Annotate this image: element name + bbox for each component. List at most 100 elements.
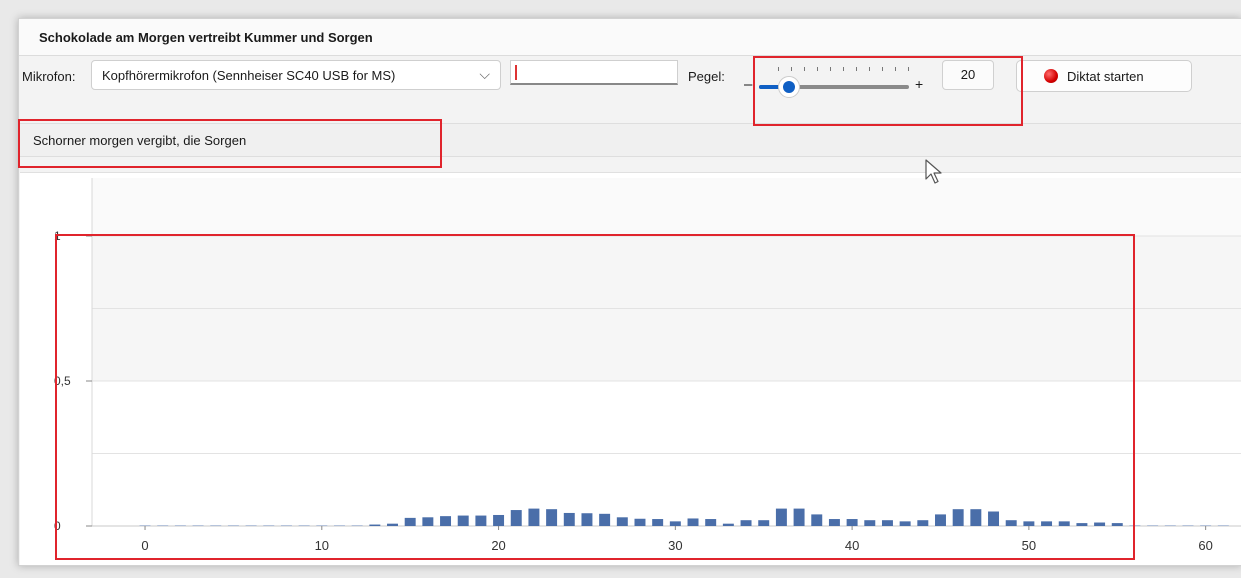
chart-bar	[280, 525, 292, 526]
chart-bar	[828, 519, 840, 526]
minus-icon: –	[744, 76, 753, 93]
chart-bar	[775, 508, 787, 526]
chart-bar	[192, 525, 204, 526]
chart-bar	[510, 510, 522, 526]
chart-bar	[457, 515, 469, 526]
chart-bar	[599, 513, 611, 526]
x-tick-label: 30	[668, 538, 682, 553]
x-tick-label: 20	[491, 538, 505, 553]
chart-bar	[899, 521, 911, 526]
chart-panel: 0 0,5 1 0 10 20 30 40 50 60	[20, 172, 1241, 565]
chart-bar	[1058, 521, 1070, 526]
chart-bar	[581, 513, 593, 526]
slider-thumb-dot	[783, 81, 795, 93]
level-meter-field[interactable]	[510, 60, 678, 85]
chart-bar	[722, 523, 734, 526]
chart-bar	[475, 515, 487, 526]
microphone-label: Mikrofon:	[22, 69, 76, 84]
chart-bar	[139, 525, 151, 526]
x-tick-label: 50	[1022, 538, 1036, 553]
slider-thumb[interactable]	[778, 76, 800, 98]
start-dictation-button[interactable]: Diktat starten	[1016, 60, 1192, 92]
chart-bar	[616, 517, 628, 526]
plot-band	[92, 178, 1241, 236]
level-value-box[interactable]: 20	[942, 60, 994, 90]
slider-tick	[830, 67, 831, 71]
chart-bar	[705, 519, 717, 526]
text-caret	[515, 65, 517, 80]
chart-bar	[652, 519, 664, 526]
x-tick-label: 40	[845, 538, 859, 553]
chart-bar	[1217, 525, 1229, 526]
slider-tick	[908, 67, 909, 71]
chart-bar	[1147, 525, 1159, 526]
audio-level-chart: 00,510 10 20 30 40 50 60	[54, 178, 1241, 553]
window-title: Schokolade am Morgen vertreibt Kummer un…	[39, 30, 373, 45]
chart-bar	[263, 525, 275, 526]
chart-bar	[333, 525, 345, 526]
chart-bar	[245, 525, 257, 526]
chart-bar	[935, 514, 946, 526]
chart-bar	[1094, 522, 1106, 526]
slider-ticks	[778, 67, 918, 73]
chart-bar	[298, 525, 310, 526]
recognized-text: Schorner morgen vergibt, die Sorgen	[33, 133, 247, 148]
chart-bar	[440, 516, 452, 526]
chevron-down-icon: ⌵	[479, 66, 490, 82]
chart-bar	[422, 517, 434, 526]
chart-bar	[1111, 523, 1123, 526]
chart-bar	[493, 514, 505, 526]
x-tick-label: 60	[1198, 538, 1212, 553]
microphone-selected-value: Kopfhörermikrofon (Sennheiser SC40 USB f…	[102, 68, 396, 83]
chart-bar	[970, 509, 982, 526]
level-label: Pegel:	[688, 69, 725, 84]
chart-bar	[316, 525, 328, 526]
chart-bar	[404, 517, 416, 526]
y-tick-label: 0,5	[54, 374, 71, 388]
chart-bar	[669, 521, 681, 526]
chart-bar	[546, 509, 558, 526]
mouse-pointer-icon	[925, 159, 942, 184]
chart-bar	[811, 514, 823, 526]
chart-bar	[687, 518, 699, 526]
slider-tick	[843, 67, 844, 71]
chart-bar	[793, 508, 805, 526]
chart-bar	[528, 508, 540, 526]
plus-icon: +	[915, 76, 924, 92]
chart-bar	[740, 520, 752, 526]
chart-bar	[1200, 525, 1212, 526]
recognition-result-bar: Schorner morgen vergibt, die Sorgen	[19, 123, 1241, 157]
slider-tick	[778, 67, 779, 71]
chart-bar	[351, 525, 363, 526]
chart-bar	[988, 511, 1000, 526]
y-tick-label: 0	[54, 519, 61, 533]
slider-tick	[817, 67, 818, 71]
chart-bar	[846, 519, 858, 526]
slider-tick	[791, 67, 792, 71]
chart-bar	[563, 512, 575, 526]
chart-bar	[1041, 521, 1053, 526]
chart-bar	[758, 520, 770, 526]
chart-bar	[227, 525, 239, 526]
chart-bar	[369, 524, 381, 526]
slider-tick	[882, 67, 883, 71]
chart-bar	[1076, 523, 1088, 526]
chart-bar	[210, 525, 222, 526]
slider-tick	[804, 67, 805, 71]
chart-bar	[634, 518, 646, 526]
chart-bar	[174, 525, 186, 526]
chart-bar	[1129, 525, 1141, 526]
record-icon	[1044, 69, 1058, 83]
x-tick-label: 10	[315, 538, 329, 553]
chart-bar	[1164, 525, 1176, 526]
slider-tick	[895, 67, 896, 71]
chart-bar	[157, 525, 169, 526]
chart-bar	[1023, 521, 1035, 526]
chart-bar	[1005, 520, 1017, 526]
start-dictation-label: Diktat starten	[1067, 69, 1144, 84]
slider-tick	[869, 67, 870, 71]
chart-bar	[1182, 525, 1194, 526]
y-tick-label: 1	[54, 229, 61, 243]
microphone-dropdown[interactable]: Kopfhörermikrofon (Sennheiser SC40 USB f…	[91, 60, 501, 90]
chart-bar	[864, 520, 876, 526]
